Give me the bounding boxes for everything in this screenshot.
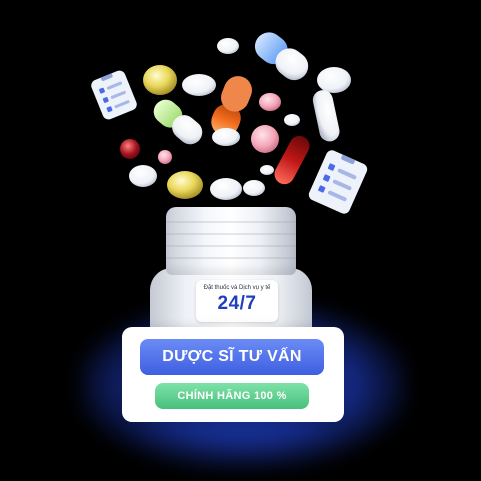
medicine-bottle-cap: [166, 207, 296, 275]
label-caption: Đặt thuốc và Dịch vụ y tế: [203, 285, 271, 291]
bottle-label: Đặt thuốc và Dịch vụ y tế 24/7: [196, 280, 278, 322]
label-hours: 24/7: [217, 293, 257, 314]
pharmacist-consult-button[interactable]: DƯỢC SĨ TƯ VẤN: [140, 339, 324, 375]
authentic-badge: CHÍNH HÃNG 100 %: [155, 383, 309, 409]
promo-banner: Đặt thuốc và Dịch vụ y tế 24/7 DƯỢC SĨ T…: [0, 0, 481, 481]
